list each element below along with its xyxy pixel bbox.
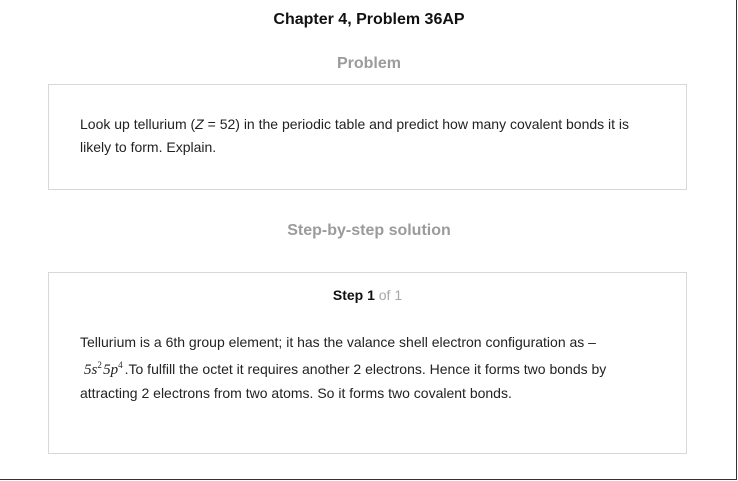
solution-intro: Tellurium is a 6th group element; it has… [80,334,596,350]
config-p-exp: 4 [118,360,123,370]
problem-text: Look up tellurium (Z = 52) in the period… [80,113,646,159]
config-p-base: 5p [103,362,119,378]
atomic-number-variable: Z [195,116,204,132]
step-total: of 1 [378,287,403,303]
solution-text-after: .To fulfill the octet it requires anothe… [80,361,607,401]
config-s-base: 5s [84,362,98,378]
step-header: Step 1 of 1 [49,287,686,303]
problem-card: Look up tellurium (Z = 52) in the period… [48,84,687,190]
config-s-exp: 2 [97,360,102,370]
chapter-title: Chapter 4, Problem 36AP [273,11,465,28]
solution-card: Step 1 of 1 Tellurium is a 6th group ele… [48,272,687,454]
problem-heading: Problem [336,55,401,72]
problem-text-before: Look up tellurium ( [80,116,196,132]
step-label: Step 1 [332,287,375,303]
electron-configuration: 5s2 5p4 [80,360,125,378]
solution-heading: Step-by-step solution [287,222,451,239]
solution-text: Tellurium is a 6th group element; it has… [80,331,646,405]
